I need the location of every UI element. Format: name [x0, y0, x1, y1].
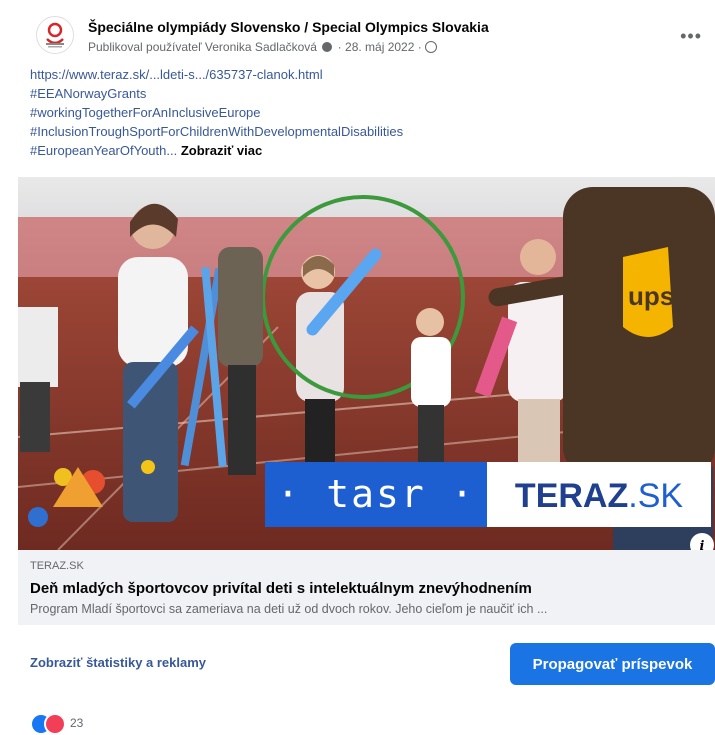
post-link[interactable]: https://www.teraz.sk/...ldeti-s.../63573…	[30, 65, 690, 84]
globe-icon	[425, 41, 438, 53]
link-preview[interactable]: TERAZ.SK Deň mladých športovcov privítal…	[18, 550, 715, 625]
post-image[interactable]: ups · tasr · TERAZ.SK i	[18, 177, 715, 550]
more-options-icon[interactable]: •••	[680, 26, 702, 47]
hashtag[interactable]: #InclusionTroughSportForChildrenWithDeve…	[30, 122, 690, 141]
see-more-link[interactable]: Zobraziť viac	[181, 143, 262, 158]
stats-and-ads-link[interactable]: Zobraziť štatistiky a reklamy	[30, 655, 206, 670]
separator: ·	[337, 40, 342, 54]
page-name[interactable]: Špeciálne olympiády Slovensko / Special …	[88, 19, 489, 35]
promote-post-button[interactable]: Propagovať príspevok	[510, 643, 715, 685]
hashtag[interactable]: #workingTogetherForAnInclusiveEurope	[30, 103, 690, 122]
author-line[interactable]: Publikoval používateľ Veronika Sadlačkov…	[88, 40, 317, 54]
link-title[interactable]: Deň mladých športovcov privítal deti s i…	[30, 580, 532, 597]
hashtag[interactable]: #EEANorwayGrants	[30, 84, 690, 103]
post-meta: Publikoval používateľ Veronika Sadlačkov…	[88, 40, 438, 54]
tasr-logo: · tasr ·	[276, 472, 475, 516]
verified-icon	[322, 42, 333, 52]
post-header: Špeciálne olympiády Slovensko / Special …	[30, 10, 710, 54]
reaction-count[interactable]: 23	[70, 716, 83, 730]
hashtag[interactable]: #EuropeanYearOfYouth...	[30, 143, 177, 158]
post-text: https://www.teraz.sk/...ldeti-s.../63573…	[30, 65, 690, 160]
separator: ·	[417, 40, 422, 54]
info-icon[interactable]: i	[700, 539, 705, 550]
link-domain: TERAZ.SK	[30, 560, 84, 572]
post-date[interactable]: 28. máj 2022	[345, 40, 414, 54]
page-avatar[interactable]	[36, 16, 74, 54]
link-description: Program Mladí športovci sa zameriava na …	[30, 602, 548, 616]
teraz-logo: TERAZ.SK	[515, 477, 683, 515]
ups-logo: ups	[628, 281, 674, 311]
